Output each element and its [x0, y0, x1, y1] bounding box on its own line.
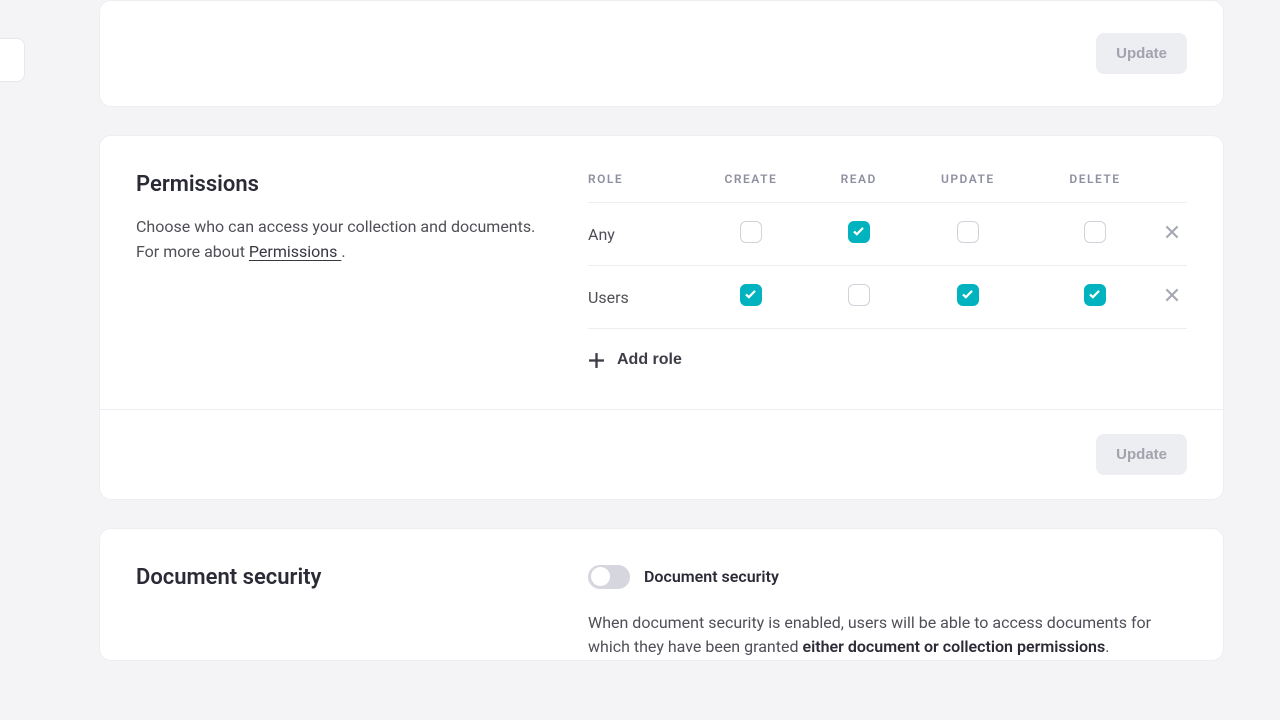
col-remove [1157, 172, 1187, 203]
permission-checkbox[interactable] [957, 284, 979, 306]
remove-row-button[interactable] [1163, 223, 1181, 241]
update-button[interactable]: Update [1096, 434, 1187, 475]
toggle-knob [591, 567, 610, 586]
document-security-toggle[interactable] [588, 565, 630, 589]
add-role-button[interactable]: Add role [588, 329, 682, 369]
permission-checkbox[interactable] [740, 284, 762, 306]
permission-checkbox[interactable] [740, 221, 762, 243]
card-permissions: Permissions Choose who can access your c… [99, 135, 1224, 500]
add-role-label: Add role [617, 351, 682, 369]
permission-checkbox[interactable] [848, 221, 870, 243]
docsec-desc-strong: either document or collection permission… [802, 637, 1105, 656]
col-role: ROLE [588, 172, 687, 203]
document-security-description: When document security is enabled, users… [588, 611, 1187, 661]
sidebar-collapsed-stub[interactable] [0, 38, 25, 82]
permissions-description: Choose who can access your collection an… [136, 215, 548, 265]
permission-checkbox[interactable] [1084, 284, 1106, 306]
permission-checkbox[interactable] [848, 284, 870, 306]
col-read: READ [815, 172, 903, 203]
col-update: UPDATE [903, 172, 1033, 203]
document-security-toggle-row: Document security [588, 565, 1187, 589]
document-security-title: Document security [136, 565, 548, 590]
permissions-table-row: Users [588, 266, 1187, 329]
col-delete: DELETE [1033, 172, 1157, 203]
update-button[interactable]: Update [1096, 33, 1187, 74]
permissions-table-row: Any [588, 203, 1187, 266]
role-name: Users [588, 266, 687, 329]
col-create: CREATE [687, 172, 815, 203]
permissions-table: ROLE CREATE READ UPDATE DELETE AnyUsers [588, 172, 1187, 329]
permissions-footer: Update [100, 409, 1223, 499]
remove-row-button[interactable] [1163, 286, 1181, 304]
role-name: Any [588, 203, 687, 266]
permission-checkbox[interactable] [957, 221, 979, 243]
card-top-partial: Update [99, 0, 1224, 107]
permissions-link[interactable]: Permissions [249, 242, 341, 261]
plus-icon [588, 352, 605, 369]
permission-checkbox[interactable] [1084, 221, 1106, 243]
permissions-title: Permissions [136, 172, 548, 197]
document-security-toggle-label: Document security [644, 567, 779, 586]
card-top-footer: Update [100, 1, 1223, 106]
card-document-security: Document security Document security When… [99, 528, 1224, 662]
